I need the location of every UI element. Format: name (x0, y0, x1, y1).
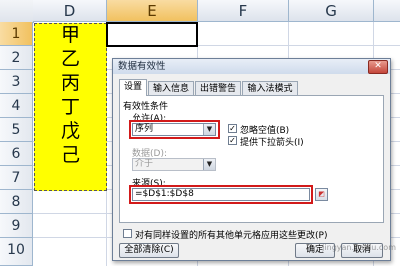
column-header-g[interactable]: G (289, 0, 374, 22)
active-cell-e1[interactable] (106, 22, 198, 47)
cell-d3[interactable]: 丙 (34, 70, 107, 94)
annotation-box-source (129, 185, 313, 204)
cell-d4[interactable]: 丁 (34, 94, 107, 118)
column-header-f[interactable]: F (198, 0, 289, 22)
row-header-3[interactable]: 3 (0, 70, 33, 94)
clear-all-button[interactable]: 全部清除(C) (119, 243, 179, 258)
chevron-down-icon: ▼ (203, 159, 215, 170)
apply-all-label: 对有同样设置的所有其他单元格应用这些更改(P) (135, 231, 328, 241)
row-header-6[interactable]: 6 (0, 142, 33, 166)
row-header-4[interactable]: 4 (0, 94, 33, 118)
cell-d5[interactable]: 戊 (34, 118, 107, 142)
row-header-10[interactable]: 10 (0, 238, 33, 266)
tab-ime-mode[interactable]: 输入法模式 (242, 81, 298, 95)
row-header-5[interactable]: 5 (0, 118, 33, 142)
row-header-8[interactable]: 8 (0, 190, 33, 214)
data-select: 介于 ▼ (132, 158, 216, 171)
column-header-d[interactable]: D (33, 0, 107, 22)
dialog-titlebar[interactable]: 数据有效性 ✕ (113, 59, 390, 74)
in-cell-dropdown-label: 提供下拉箭头(I) (240, 138, 304, 148)
cell-d1[interactable]: 甲 (34, 22, 107, 46)
annotation-box-allow (129, 120, 220, 139)
ignore-blank-checkbox[interactable]: ✓ (228, 124, 237, 133)
row-header-7[interactable]: 7 (0, 166, 33, 190)
cell-d2[interactable]: 乙 (34, 46, 107, 70)
collapse-dialog-icon[interactable]: ◩ (315, 188, 328, 201)
row-header-1[interactable]: 1 (0, 22, 33, 46)
tab-input-message[interactable]: 输入信息 (148, 81, 194, 95)
settings-panel: 有效性条件 允许(A): 序列 ▼ ✓ 忽略空值(B) ✓ 提供下拉箭头(I) … (119, 95, 384, 223)
data-select-value: 介于 (135, 159, 154, 169)
tab-error-alert[interactable]: 出错警告 (195, 81, 241, 95)
apply-all-checkbox[interactable] (123, 229, 132, 238)
close-icon[interactable]: ✕ (368, 60, 388, 74)
data-validation-dialog: 数据有效性 ✕ 设置 输入信息 出错警告 输入法模式 有效性条件 允许(A): … (112, 58, 391, 261)
column-header-h[interactable] (374, 0, 400, 22)
row-header-9[interactable]: 9 (0, 214, 33, 238)
watermark: jingyan.baidu.com (322, 243, 396, 252)
select-all-corner[interactable] (0, 0, 34, 23)
cell-d6[interactable]: 己 (34, 142, 107, 166)
in-cell-dropdown-checkbox[interactable]: ✓ (228, 136, 237, 145)
column-header-e[interactable]: E (107, 0, 198, 22)
tab-settings[interactable]: 设置 (119, 79, 147, 96)
row-header-2[interactable]: 2 (0, 46, 33, 70)
dialog-title: 数据有效性 (118, 61, 166, 72)
